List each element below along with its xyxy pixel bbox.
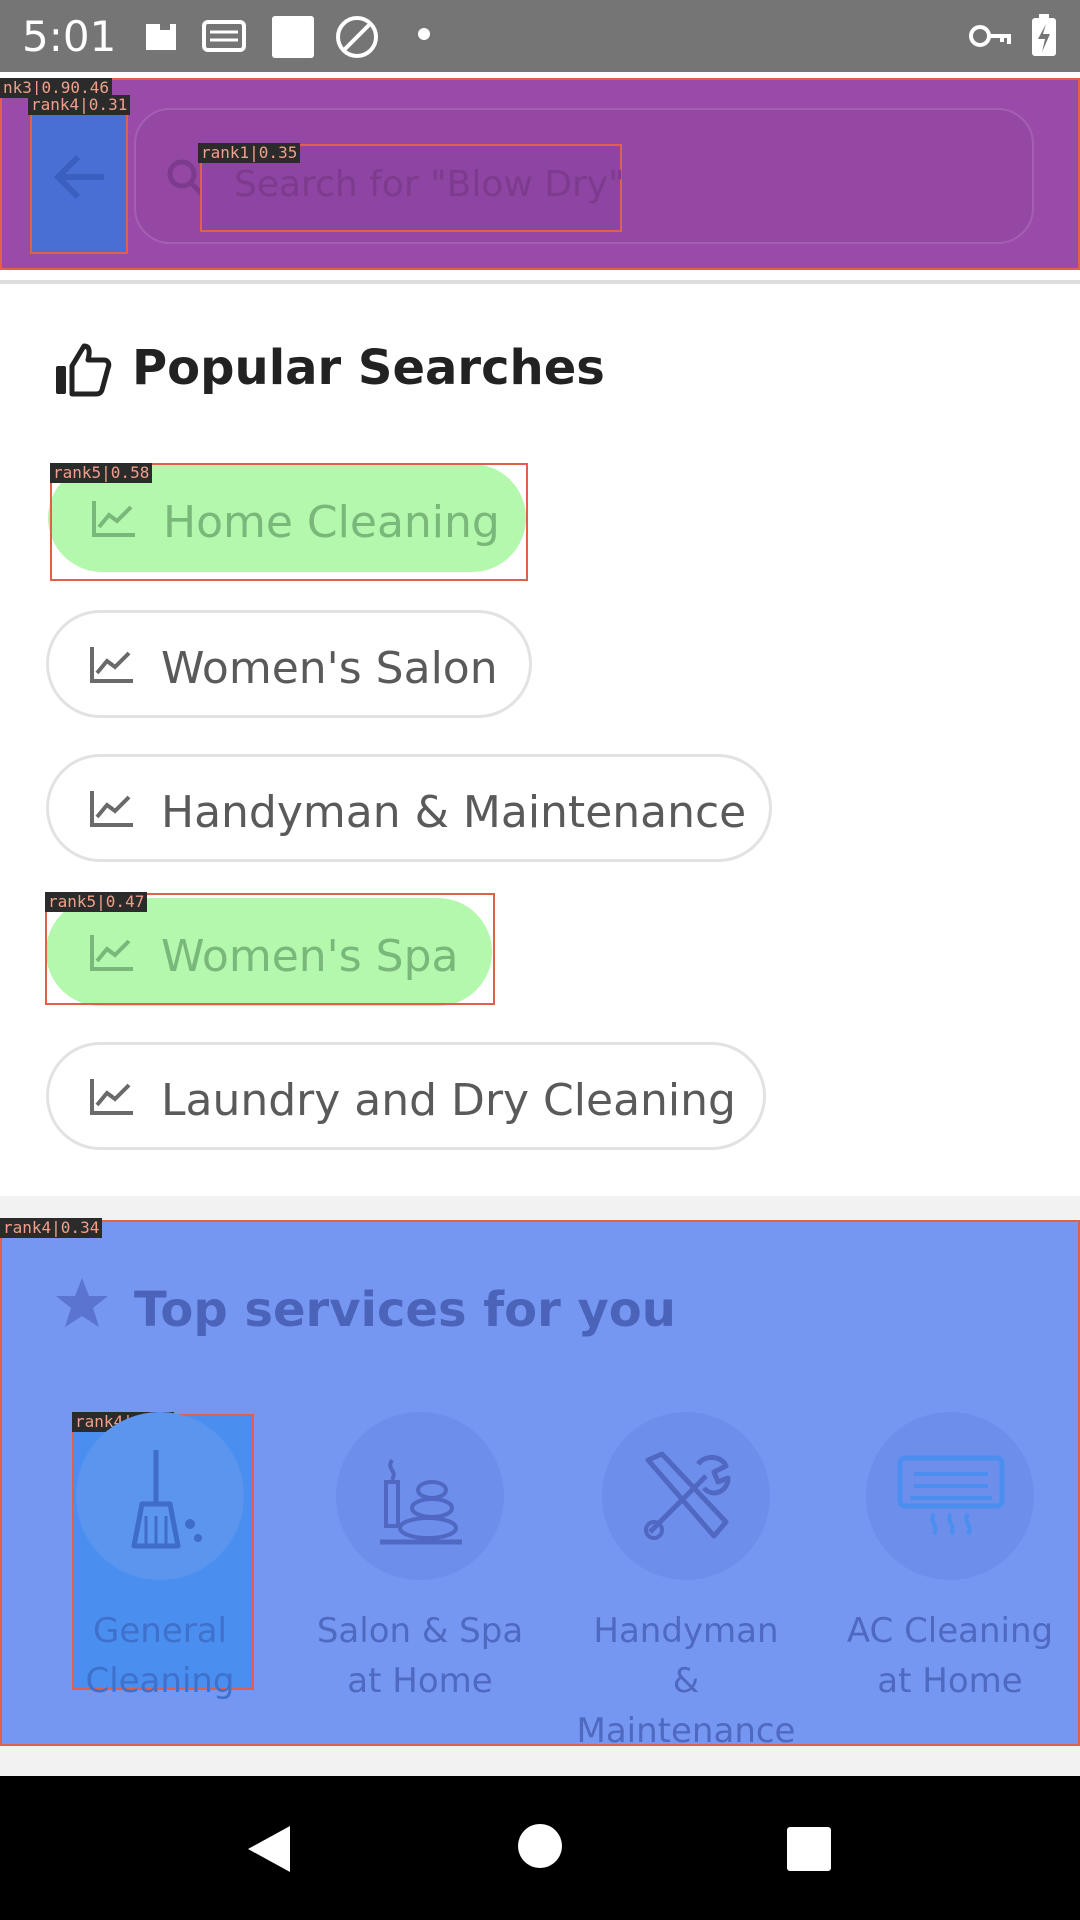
annotation-tag: rank1|0.35: [198, 143, 301, 163]
spa-stones-icon: [380, 1458, 462, 1545]
nav-home-icon[interactable]: [516, 1822, 564, 1870]
popular-searches-title: Popular Searches: [132, 340, 605, 396]
broom-icon: [131, 1450, 202, 1549]
sd-card-icon: [202, 20, 246, 52]
service-label: General Cleaning: [85, 1611, 235, 1701]
section-separator: [0, 1196, 1080, 1220]
divider: [0, 280, 1080, 284]
trending-icon: [90, 1079, 133, 1115]
search-header: Search for "Blow Dry": [0, 78, 1080, 270]
square-icon: [272, 16, 314, 58]
trending-icon: [90, 791, 133, 827]
chip-label: Women's Salon: [161, 643, 498, 694]
search-placeholder: Search for "Blow Dry": [234, 164, 625, 205]
annotation-tag: rank4|0.31: [28, 95, 131, 115]
annotation-tag: rank5|0.58: [50, 463, 153, 483]
chip-label: Laundry and Dry Cleaning: [161, 1075, 736, 1126]
thumbs-up-icon: [56, 343, 112, 397]
section-separator: [0, 1746, 1080, 1776]
back-button[interactable]: [30, 98, 128, 254]
service-label: Handyman & Maintenance: [576, 1611, 796, 1751]
navigation-bar: [0, 1776, 1080, 1920]
no-data-icon: [336, 16, 378, 58]
status-bar: 5:01: [0, 0, 1080, 72]
top-services-section: Top services for you rank4|0.46 General …: [0, 1220, 1080, 1751]
air-conditioner-icon: [897, 1455, 1005, 1536]
status-time: 5:01: [22, 12, 117, 61]
nav-back-icon[interactable]: [244, 1822, 294, 1876]
annotation-tag: rank4|0.34: [0, 1218, 103, 1238]
tools-icon: [644, 1451, 731, 1540]
arrow-left-icon: [53, 154, 104, 200]
star-icon: [56, 1278, 108, 1327]
service-label: AC Cleaning at Home: [846, 1611, 1054, 1701]
popular-search-chip[interactable]: Laundry and Dry Cleaning: [46, 1042, 766, 1150]
nav-recents-icon[interactable]: [786, 1826, 832, 1872]
annotation-tag: rank5|0.47: [45, 892, 148, 912]
top-services-title: Top services for you: [134, 1282, 676, 1338]
popular-search-chip[interactable]: Handyman & Maintenance: [46, 754, 772, 862]
usb-icon: [146, 24, 176, 50]
chip-label: Handyman & Maintenance: [161, 787, 747, 838]
dot-icon: [418, 28, 430, 40]
popular-search-chip[interactable]: Women's Salon: [46, 610, 532, 718]
service-label: Salon & Spa at Home: [316, 1611, 524, 1701]
vpn-key-icon: [969, 25, 1011, 47]
battery-charging-icon: [1032, 14, 1056, 56]
trending-icon: [90, 647, 133, 683]
